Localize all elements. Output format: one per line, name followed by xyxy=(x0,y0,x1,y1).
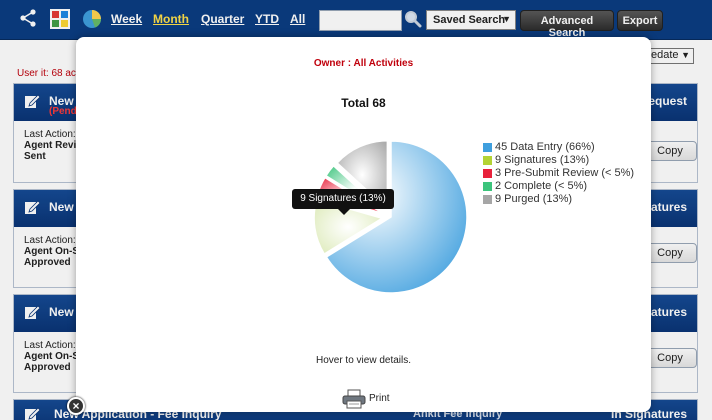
legend-swatch xyxy=(483,195,492,204)
printer-icon xyxy=(342,389,366,409)
legend-label: 9 Purged (13%) xyxy=(495,193,573,205)
chart-title: Total 68 xyxy=(341,96,386,110)
legend-label: 2 Complete (< 5%) xyxy=(495,180,588,192)
legend-item[interactable]: 2 Complete (< 5%) xyxy=(483,180,634,193)
chart-tooltip: 9 Signatures (13%) xyxy=(292,189,394,215)
hover-hint: Hover to view details. xyxy=(315,355,412,366)
legend-item[interactable]: 9 Purged (13%) xyxy=(483,193,634,206)
pie-chart[interactable] xyxy=(306,132,476,302)
legend-swatch xyxy=(483,143,492,152)
legend-label: 3 Pre-Submit Review (< 5%) xyxy=(495,167,635,179)
print-label: Print xyxy=(369,393,390,404)
legend-item[interactable]: 3 Pre-Submit Review (< 5%) xyxy=(483,167,634,180)
legend-item[interactable]: 45 Data Entry (66%) xyxy=(483,141,634,154)
legend-swatch xyxy=(483,156,492,165)
close-icon[interactable]: × xyxy=(67,397,85,415)
legend-swatch xyxy=(483,169,492,178)
legend-item[interactable]: 9 Signatures (13%) xyxy=(483,154,634,167)
owner-label: Owner : All Activities xyxy=(313,58,414,69)
legend-swatch xyxy=(483,182,492,191)
legend-label: 9 Signatures (13%) xyxy=(495,154,590,166)
legend-label: 45 Data Entry (66%) xyxy=(495,141,595,153)
chart-modal: Owner : All Activities Total 68 45 Data … xyxy=(76,37,651,412)
chart-legend: 45 Data Entry (66%) 9 Signatures (13%) 3 P… xyxy=(483,141,634,206)
